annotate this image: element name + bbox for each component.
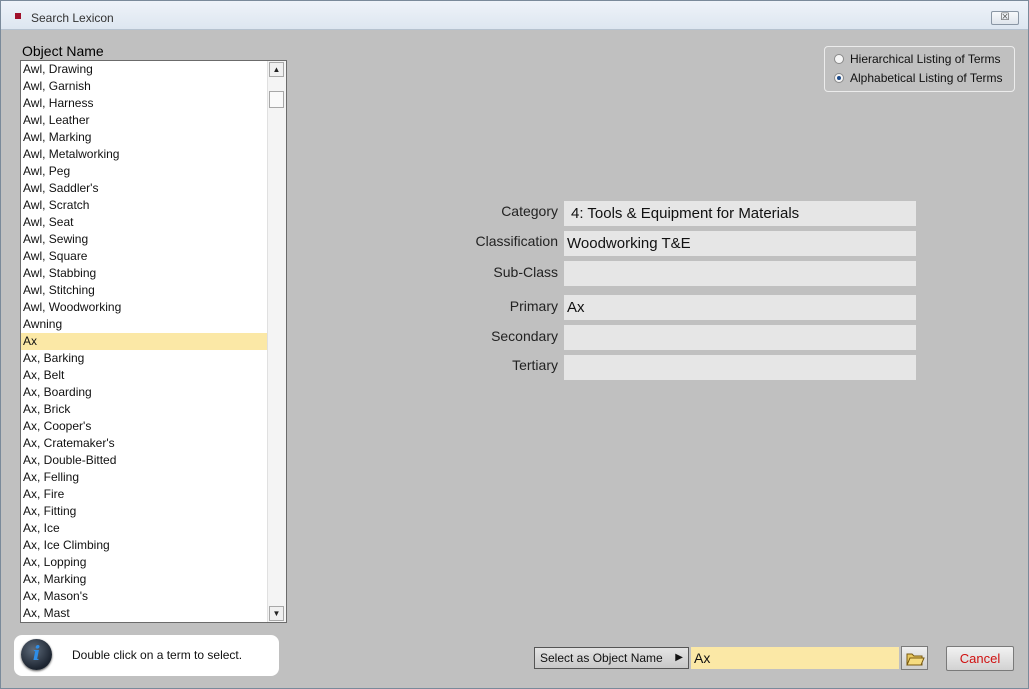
list-item[interactable]: Ax, Felling [21, 469, 268, 486]
listing-mode-group: Hierarchical Listing of Terms Alphabetic… [824, 46, 1015, 92]
list-item[interactable]: Awl, Scratch [21, 197, 268, 214]
info-hint: i Double click on a term to select. [14, 635, 279, 676]
list-item[interactable]: Ax, Mason's [21, 588, 268, 605]
close-button[interactable]: ☒ [991, 11, 1019, 25]
list-item[interactable]: Ax [21, 333, 268, 350]
list-item[interactable]: Awl, Leather [21, 112, 268, 129]
radio-hierarchical-label: Hierarchical Listing of Terms [850, 52, 1001, 66]
list-item[interactable]: Ax, Belt [21, 367, 268, 384]
title-bar: Search Lexicon ☒ [1, 1, 1028, 30]
list-item[interactable]: Ax, Lopping [21, 554, 268, 571]
list-item[interactable]: Ax, Fire [21, 486, 268, 503]
object-name-list[interactable]: Awl, Drawing Awl, Garnish Awl, Harness Awl,… [20, 60, 287, 623]
open-folder-button[interactable] [901, 646, 928, 670]
list-item[interactable]: Awl, Marking [21, 129, 268, 146]
cancel-button[interactable]: Cancel [946, 646, 1014, 671]
list-item[interactable]: Ax, Boarding [21, 384, 268, 401]
app-icon [15, 13, 21, 19]
list-item[interactable]: Awl, Woodworking [21, 299, 268, 316]
radio-hierarchical-icon[interactable] [834, 54, 844, 64]
list-item[interactable]: Awl, Metalworking [21, 146, 268, 163]
list-item[interactable]: Ax, Mast [21, 605, 268, 622]
play-arrow-icon: ▶ [675, 652, 683, 663]
list-items: Awl, Drawing Awl, Garnish Awl, Harness Awl,… [21, 61, 268, 622]
select-as-object-name-button[interactable]: Select as Object Name ▶ [534, 647, 689, 669]
search-lexicon-window: Search Lexicon ☒ Object Name Awl, Drawin… [0, 0, 1029, 689]
category-field: 4: Tools & Equipment for Materials [564, 201, 916, 226]
info-icon: i [21, 639, 52, 670]
list-item[interactable]: Awl, Drawing [21, 61, 268, 78]
list-item[interactable]: Ax, Cooper's [21, 418, 268, 435]
object-name-field[interactable]: Ax [691, 647, 899, 669]
info-text: Double click on a term to select. [72, 648, 243, 662]
list-item[interactable]: Awl, Sewing [21, 231, 268, 248]
list-item[interactable]: Ax, Marking [21, 571, 268, 588]
list-item[interactable]: Ax, Barking [21, 350, 268, 367]
tertiary-label: Tertiary [512, 357, 558, 373]
tertiary-field [564, 355, 916, 380]
subclass-field [564, 261, 916, 286]
secondary-field [564, 325, 916, 350]
scroll-up-icon[interactable]: ▲ [269, 62, 284, 77]
list-item[interactable]: Awl, Saddler's [21, 180, 268, 197]
radio-alphabetical-label: Alphabetical Listing of Terms [850, 71, 1003, 85]
radio-alphabetical-icon[interactable] [834, 73, 844, 83]
secondary-label: Secondary [491, 328, 558, 344]
category-label: Category [501, 203, 558, 219]
select-button-label: Select as Object Name [540, 651, 663, 665]
list-item[interactable]: Ax, Cratemaker's [21, 435, 268, 452]
list-item[interactable]: Awl, Square [21, 248, 268, 265]
list-item[interactable]: Ax, Double-Bitted [21, 452, 268, 469]
list-item[interactable]: Awl, Seat [21, 214, 268, 231]
open-folder-icon [906, 653, 925, 666]
scroll-down-icon[interactable]: ▼ [269, 606, 284, 621]
classification-field: Woodworking T&E [564, 231, 916, 256]
vertical-scrollbar[interactable]: ▲ ▼ [267, 61, 286, 622]
object-name-list-label: Object Name [22, 43, 104, 59]
list-item[interactable]: Awning [21, 316, 268, 333]
list-item[interactable]: Ax, Fitting [21, 503, 268, 520]
list-item[interactable]: Awl, Garnish [21, 78, 268, 95]
list-item[interactable]: Ax, Ice [21, 520, 268, 537]
list-item[interactable]: Awl, Stabbing [21, 265, 268, 282]
classification-label: Classification [475, 233, 558, 249]
primary-field: Ax [564, 295, 916, 320]
window-title: Search Lexicon [31, 11, 114, 25]
list-item[interactable]: Awl, Peg [21, 163, 268, 180]
subclass-label: Sub-Class [493, 264, 558, 280]
list-item[interactable]: Awl, Harness [21, 95, 268, 112]
scroll-thumb[interactable] [269, 91, 284, 108]
list-item[interactable]: Ax, Ice Climbing [21, 537, 268, 554]
list-item[interactable]: Awl, Stitching [21, 282, 268, 299]
list-item[interactable]: Ax, Brick [21, 401, 268, 418]
primary-label: Primary [509, 298, 558, 314]
